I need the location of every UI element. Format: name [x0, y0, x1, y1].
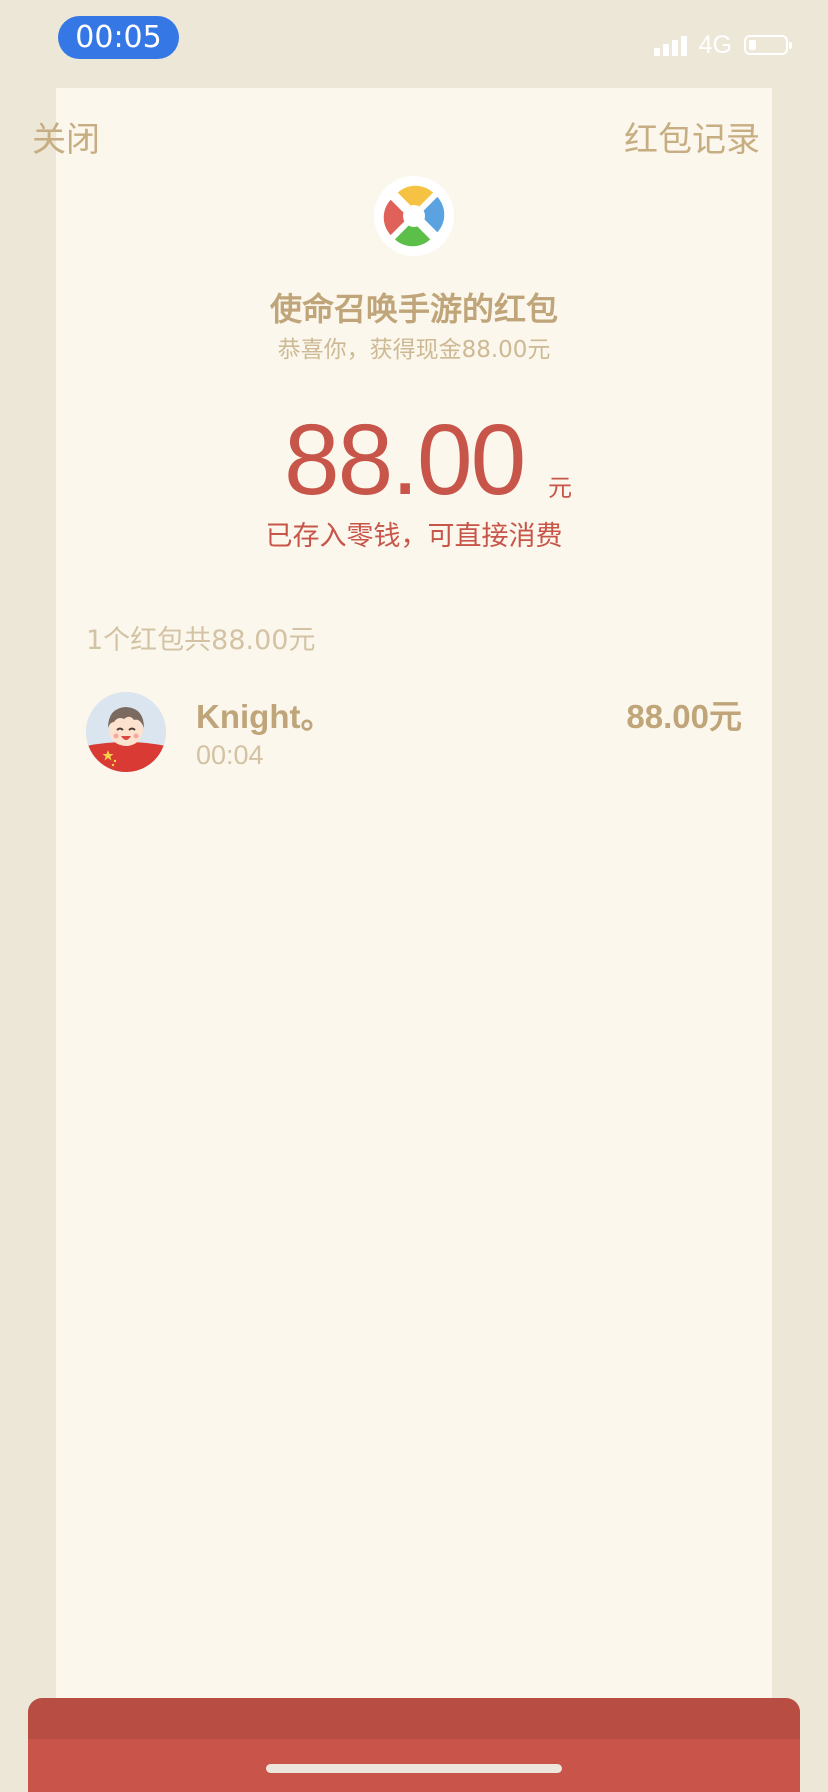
- close-button[interactable]: 关闭: [32, 112, 100, 161]
- amount-unit: 元: [548, 474, 572, 502]
- home-indicator[interactable]: [266, 1764, 562, 1773]
- record-amount: 88.00元: [626, 698, 742, 735]
- red-packet-records-button[interactable]: 红包记录: [624, 112, 760, 161]
- red-packet-subtitle: 恭喜你，获得现金88.00元: [277, 337, 551, 363]
- red-packet-title: 使命召唤手游的红包: [269, 290, 558, 328]
- avatar[interactable]: [86, 692, 166, 772]
- network-type: 4G: [698, 30, 732, 59]
- signal-icon: [653, 34, 687, 56]
- status-time: 00:05: [58, 16, 179, 59]
- battery-icon: [744, 35, 792, 55]
- sender-name: Knight。: [196, 698, 334, 735]
- received-amount: 88.00: [284, 404, 526, 516]
- receive-time: 00:04: [196, 740, 264, 770]
- pinwheel-logo-icon: [374, 176, 454, 256]
- red-packet-summary: 1个红包共88.00元: [86, 625, 316, 656]
- status-indicators: 4G: [653, 30, 792, 60]
- stored-to-wallet-note[interactable]: 已存入零钱，可直接消费: [0, 514, 828, 553]
